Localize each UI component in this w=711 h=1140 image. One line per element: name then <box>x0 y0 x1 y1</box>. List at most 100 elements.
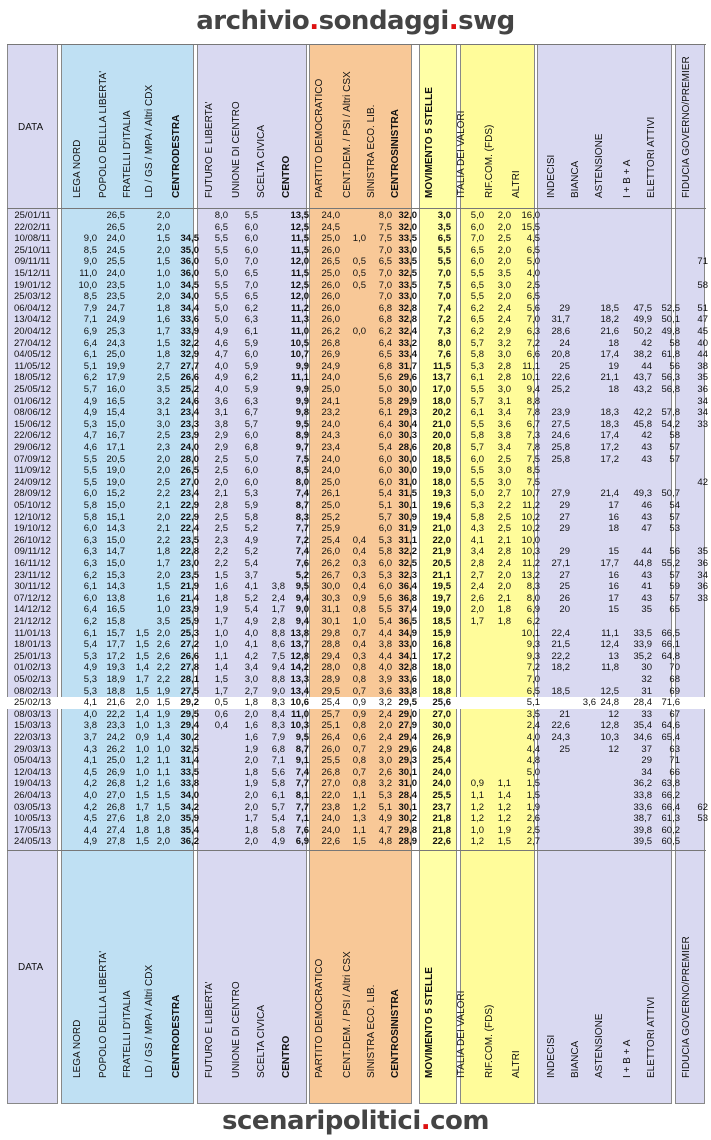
cell-cdx: 26,6 <box>180 650 200 662</box>
cell-idv: 5,8 <box>470 430 484 442</box>
cell-m5s: 18,0 <box>432 395 452 407</box>
cell-bia <box>573 802 596 814</box>
cell-fdi: 1,5 <box>135 627 149 639</box>
cell-ast: 15 <box>608 546 619 558</box>
cell-data: 05/10/12 <box>14 500 51 511</box>
cell-centro: 9,8 <box>295 407 309 419</box>
cell-centro: 9,4 <box>295 592 309 604</box>
cell-ast <box>597 245 619 257</box>
cell-centro: 10,3 <box>290 720 310 732</box>
cell-pd: 30,0 <box>321 581 341 593</box>
cell-pdl: 15,0 <box>106 558 126 569</box>
column-header-el: ELETTORI ATTIVI <box>646 996 657 1078</box>
cell-csx: 32,3 <box>398 569 418 581</box>
cell-fdi <box>126 338 149 350</box>
table-row: 24/05/13 4,9 27,8 1,5 2,0 36,2 2,0 4,9 6,9 22,6 1,… <box>7 836 706 848</box>
cell-altri: 4,4 <box>526 743 540 755</box>
cell-idv <box>457 767 484 779</box>
cell-ind: 29 <box>559 546 570 558</box>
cell-data: 07/12/12 <box>14 592 51 604</box>
cell-fdi: 1,0 <box>135 720 149 732</box>
cell-el: 57,8 <box>661 407 681 419</box>
cell-data: 16/11/12 <box>14 558 51 569</box>
cell-csx: 29,8 <box>398 824 418 836</box>
cell-cd: 0,7 <box>352 685 366 697</box>
cell-fli: 1,1 <box>214 650 228 662</box>
cell-altri: 7,0 <box>526 314 540 326</box>
cell-cd: 0,4 <box>352 581 366 593</box>
cell-bia <box>573 709 596 721</box>
cell-ld: 1,6 <box>156 778 170 790</box>
cell-cdx: 29,5 <box>180 708 200 720</box>
cell-cd <box>343 523 366 535</box>
cell-fid: 38 <box>697 360 708 372</box>
cell-iba: 28,4 <box>633 697 653 709</box>
cell-bia <box>573 372 596 384</box>
cell-el: 61,3 <box>661 813 681 825</box>
cell-ind <box>540 396 570 408</box>
cell-cdx <box>171 210 199 222</box>
cell-cdx: 29,2 <box>180 697 200 709</box>
cell-iba: 30 <box>641 662 652 674</box>
cell-fid <box>678 709 708 721</box>
cell-pdl: 25,0 <box>106 349 126 361</box>
cell-fli <box>203 790 228 802</box>
cell-cdx: 30,2 <box>180 732 200 743</box>
cell-centro: 11,0 <box>291 326 309 337</box>
cell-pdl: 27,4 <box>106 824 126 836</box>
cell-ast <box>597 836 619 848</box>
cell-idv: 0,9 <box>470 778 484 790</box>
cell-fli: 1,5 <box>214 569 228 581</box>
cell-ind: 23,9 <box>551 407 571 419</box>
cell-csx: 30,0 <box>398 453 418 465</box>
cell-altri: 7,8 <box>526 407 540 419</box>
cell-ln: 5,8 <box>83 500 97 511</box>
column-header-idv: ITALIA DEI VALORI <box>456 990 467 1078</box>
cell-ind: 25 <box>559 581 570 593</box>
cell-bia <box>573 488 596 500</box>
cell-ind <box>540 674 570 686</box>
cell-rif: 2,0 <box>497 569 511 581</box>
cell-data: 07/09/12 <box>14 453 51 465</box>
cell-el: 66 <box>669 766 680 778</box>
table-row: 17/05/13 4,4 27,4 1,8 1,8 35,4 1,8 5,8 7,6 24,0 1,… <box>7 825 706 837</box>
cell-cd <box>343 454 366 466</box>
cell-udc: 1,6 <box>244 732 258 743</box>
cell-cdx: 22,4 <box>180 523 200 535</box>
cell-centro: 7,7 <box>295 523 309 535</box>
cell-ast <box>597 465 619 477</box>
cell-ld: 3,2 <box>156 395 170 407</box>
cell-fid: 36 <box>697 581 708 593</box>
cell-centro: 12,0 <box>290 256 310 268</box>
cell-fdi <box>126 558 149 570</box>
cell-altri: 6,6 <box>526 349 540 361</box>
cell-cdx: 25,3 <box>180 627 200 639</box>
cell-m5s: 11,5 <box>433 360 451 372</box>
table-row: 15/06/12 5,3 15,0 3,0 23,3 3,8 5,7 9,5 24,0 6,4 30… <box>7 419 708 431</box>
cell-rif: 3,0 <box>497 279 511 291</box>
table-row: 05/10/12 5,8 15,0 2,1 22,9 2,8 5,9 8,7 25,0 5,1 30… <box>7 500 706 512</box>
cell-m5s: 16,8 <box>432 639 452 651</box>
cell-ind: 31,7 <box>551 314 571 326</box>
cell-data: 29/03/13 <box>14 743 51 755</box>
cell-iba <box>623 616 652 628</box>
column-header-bia: BIANCA <box>570 160 581 198</box>
cell-cd: 0,4 <box>352 639 366 651</box>
cell-el: 55,2 <box>661 558 681 569</box>
column-header-fdi: FRATELLI D'ITALIA <box>122 110 133 198</box>
cell-ld: 3,5 <box>156 384 170 395</box>
cell-pd: 26,0 <box>321 302 341 314</box>
cell-pd: 25,4 <box>321 534 341 546</box>
cell-ast: 12 <box>608 743 619 755</box>
cell-rif: 3,2 <box>497 337 511 349</box>
cell-cd: 0,9 <box>352 697 366 709</box>
cell-csx: 32,8 <box>398 302 418 314</box>
cell-fid <box>678 628 708 640</box>
table-row: 25/10/11 8,5 24,5 2,0 35,0 5,5 6,0 11,5 26,0 7,0 3… <box>7 245 706 257</box>
table-row: 06/04/12 7,9 24,7 1,8 34,4 5,0 6,2 11,2 26,0 6,8 3… <box>7 302 708 315</box>
cell-data: 22/06/12 <box>14 430 51 442</box>
cell-pd: 26,1 <box>321 488 341 500</box>
cell-cd: 0,3 <box>352 558 366 569</box>
cell-m5s: 17,0 <box>432 384 452 395</box>
cell-cdx: 22,9 <box>180 511 200 523</box>
